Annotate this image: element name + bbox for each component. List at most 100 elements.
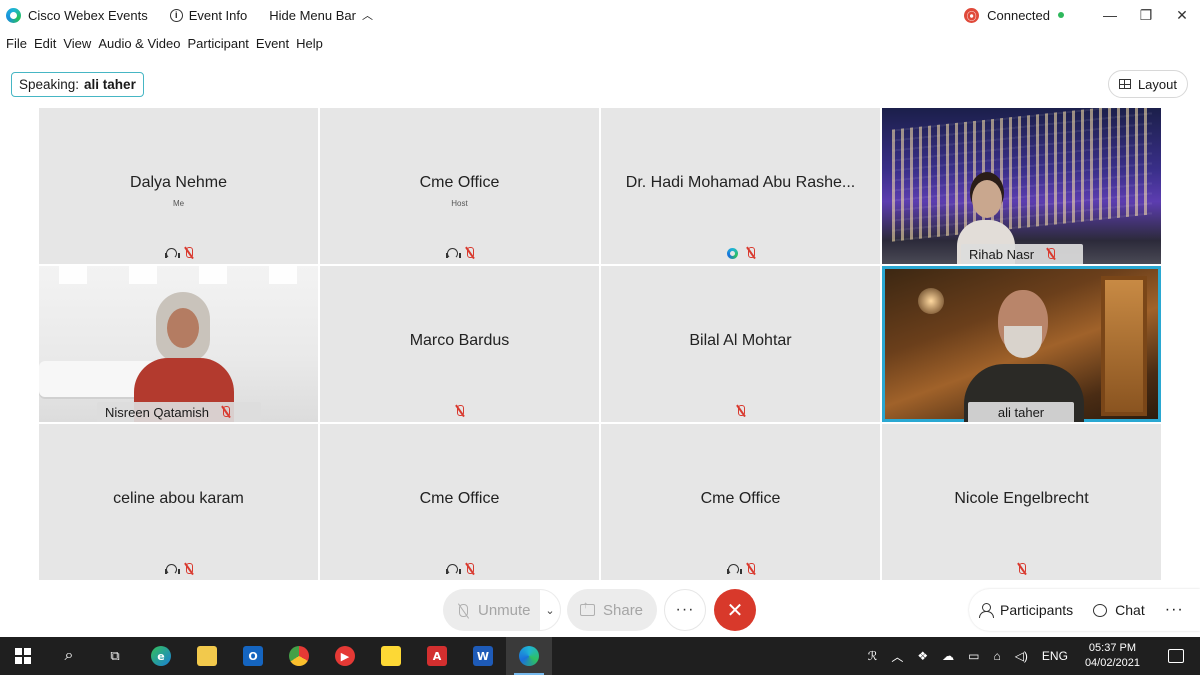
menu-participant[interactable]: Participant [187, 36, 248, 51]
participant-tile[interactable]: Bilal Al Mohtar [601, 266, 880, 422]
panel-more-button[interactable]: ··· [1155, 589, 1194, 631]
mute-icon [465, 247, 474, 259]
chrome-button[interactable] [276, 637, 322, 675]
participant-name: Nicole Engelbrecht [954, 490, 1089, 507]
more-icon: ··· [1164, 601, 1184, 618]
acrobat-icon: A [427, 646, 447, 666]
more-options-button[interactable]: ··· [664, 589, 706, 631]
leave-button[interactable]: ✕ [714, 589, 756, 631]
menu-event[interactable]: Event [256, 36, 289, 51]
mute-icon [1017, 563, 1026, 575]
connection-label: Connected [987, 7, 1050, 23]
participant-tile[interactable]: Cme Office [320, 424, 599, 580]
hide-menu-bar-button[interactable]: Hide Menu Bar ︿ [269, 7, 373, 23]
dropbox-icon[interactable]: ❖ [917, 649, 928, 663]
participant-name: Dalya Nehme [130, 174, 227, 191]
active-speaker-tile[interactable]: ali taher [882, 266, 1161, 422]
chat-icon [1093, 603, 1108, 617]
participants-button[interactable]: Participants [969, 589, 1083, 631]
webex-icon [519, 646, 539, 666]
acrobat-button[interactable]: A [414, 637, 460, 675]
media-player-button[interactable]: ▶ [322, 637, 368, 675]
mute-icon [184, 247, 193, 259]
network-icon[interactable]: ⌂ [993, 649, 1000, 663]
clock-time: 05:37 PM [1088, 642, 1137, 654]
headset-icon [164, 247, 180, 259]
participant-tile[interactable]: Dalya Nehme Me [39, 108, 318, 264]
mute-icon [746, 247, 755, 259]
search-button[interactable]: ⌕ [46, 637, 92, 675]
close-window-button[interactable]: ✕ [1164, 0, 1200, 30]
mute-icon [1046, 248, 1056, 260]
participant-name: Marco Bardus [409, 332, 510, 349]
share-label: Share [603, 601, 644, 619]
participant-video-tile[interactable]: Rihab Nasr [882, 108, 1161, 264]
participant-tile[interactable]: celine abou karam [39, 424, 318, 580]
audio-options-dropdown[interactable]: ⌄ [539, 589, 561, 631]
lamp [918, 288, 944, 314]
chat-label: Chat [1115, 602, 1145, 618]
participant-tile[interactable]: Cme Office Host [320, 108, 599, 264]
word-button[interactable]: W [460, 637, 506, 675]
ceiling-lights [59, 266, 309, 284]
unmute-label: Unmute [478, 601, 531, 619]
menu-bar: File Edit View Audio & Video Participant… [0, 32, 324, 54]
menu-audio-video[interactable]: Audio & Video [98, 36, 180, 51]
participants-icon [979, 603, 994, 618]
participant-tile[interactable]: Cme Office [601, 424, 880, 580]
layout-button[interactable]: Layout [1107, 70, 1188, 98]
participant-name: Dr. Hadi Mohamad Abu Rashe... [625, 174, 856, 191]
mute-icon [736, 405, 745, 417]
headset-icon [164, 563, 180, 575]
chevron-up-icon: ︿ [361, 10, 373, 22]
battery-icon[interactable]: ▭ [968, 649, 979, 663]
participant-role: Host [451, 199, 468, 208]
info-icon: i [169, 8, 183, 22]
building-background [892, 108, 1152, 242]
participants-label: Participants [1000, 602, 1074, 618]
restore-button[interactable]: ❐ [1128, 0, 1164, 30]
mute-icon [746, 563, 755, 575]
participant-tile[interactable]: Nicole Engelbrecht [882, 424, 1161, 580]
task-view-icon: ⧉ [110, 648, 120, 663]
edge-button[interactable]: e [138, 637, 184, 675]
task-view-button[interactable]: ⧉ [92, 637, 138, 675]
mute-icon [465, 563, 474, 575]
app-title: Cisco Webex Events [6, 7, 148, 23]
layout-label: Layout [1137, 76, 1177, 92]
participant-tile[interactable]: Marco Bardus [320, 266, 599, 422]
participant-video-tile[interactable]: Nisreen Qatamish [39, 266, 318, 422]
file-explorer-button[interactable] [184, 637, 230, 675]
menu-file[interactable]: File [6, 36, 27, 51]
chrome-icon [289, 646, 309, 666]
participant-name: Cme Office [419, 174, 500, 191]
webex-taskbar-button[interactable] [506, 637, 552, 675]
participant-role: Me [172, 199, 185, 208]
menu-help[interactable]: Help [296, 36, 323, 51]
volume-icon[interactable]: ◁) [1015, 649, 1028, 663]
media-player-icon: ▶ [335, 646, 355, 666]
participant-name: Rihab Nasr [969, 246, 1035, 262]
notification-icon[interactable] [1168, 649, 1184, 663]
minimize-button[interactable]: — [1092, 0, 1128, 30]
windows-start-button[interactable] [0, 637, 46, 675]
clock[interactable]: 05:37 PM 04/02/2021 [1085, 641, 1140, 671]
chat-button[interactable]: Chat [1083, 589, 1155, 631]
participant-name: Cme Office [419, 490, 500, 507]
language-indicator[interactable]: ENG [1042, 649, 1068, 663]
speaking-name: ali taher [84, 77, 136, 92]
outlook-button[interactable]: O [230, 637, 276, 675]
share-button[interactable]: Share [567, 589, 657, 631]
menu-edit[interactable]: Edit [34, 36, 56, 51]
sticky-notes-button[interactable] [368, 637, 414, 675]
menu-view[interactable]: View [63, 36, 91, 51]
participant-tile[interactable]: Dr. Hadi Mohamad Abu Rashe... [601, 108, 880, 264]
chevron-up-icon[interactable]: ︿ [891, 648, 903, 665]
connection-status[interactable]: ⦿ Connected [964, 7, 1064, 23]
mute-icon [221, 406, 231, 418]
search-icon: ⌕ [64, 647, 74, 664]
onedrive-icon[interactable]: ☁ [942, 649, 954, 663]
people-icon[interactable]: ℛ [868, 649, 878, 663]
app-name: Cisco Webex Events [28, 7, 148, 23]
event-info-button[interactable]: i Event Info [169, 8, 247, 23]
